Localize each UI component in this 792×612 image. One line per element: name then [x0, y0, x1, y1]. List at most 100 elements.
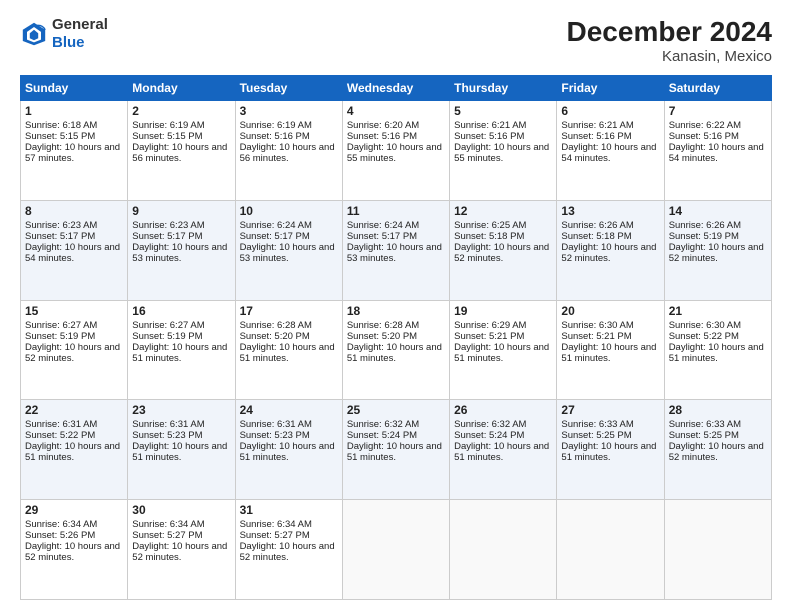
day-number: 21 [669, 304, 767, 318]
day-number: 22 [25, 403, 123, 417]
sunset-text: Sunset: 5:21 PM [454, 331, 524, 342]
sunrise-text: Sunrise: 6:23 AM [132, 220, 204, 231]
sunset-text: Sunset: 5:15 PM [25, 131, 95, 142]
day-number: 15 [25, 304, 123, 318]
day-number: 11 [347, 204, 445, 218]
sunrise-text: Sunrise: 6:34 AM [240, 519, 312, 530]
sunset-text: Sunset: 5:24 PM [347, 430, 417, 441]
calendar-week-2: 8 Sunrise: 6:23 AM Sunset: 5:17 PM Dayli… [21, 200, 772, 300]
day-header-saturday: Saturday [664, 76, 771, 101]
daylight-text: Daylight: 10 hours and 56 minutes. [132, 142, 227, 164]
sunrise-text: Sunrise: 6:23 AM [25, 220, 97, 231]
calendar-cell: 4 Sunrise: 6:20 AM Sunset: 5:16 PM Dayli… [342, 101, 449, 201]
calendar-cell [450, 500, 557, 600]
calendar-cell: 19 Sunrise: 6:29 AM Sunset: 5:21 PM Dayl… [450, 300, 557, 400]
sunrise-text: Sunrise: 6:20 AM [347, 120, 419, 131]
sunrise-text: Sunrise: 6:33 AM [561, 419, 633, 430]
sunrise-text: Sunrise: 6:18 AM [25, 120, 97, 131]
daylight-text: Daylight: 10 hours and 55 minutes. [347, 142, 442, 164]
daylight-text: Daylight: 10 hours and 52 minutes. [25, 342, 120, 364]
day-number: 13 [561, 204, 659, 218]
calendar-cell: 7 Sunrise: 6:22 AM Sunset: 5:16 PM Dayli… [664, 101, 771, 201]
sunset-text: Sunset: 5:23 PM [240, 430, 310, 441]
daylight-text: Daylight: 10 hours and 52 minutes. [669, 242, 764, 264]
sunset-text: Sunset: 5:24 PM [454, 430, 524, 441]
day-number: 14 [669, 204, 767, 218]
calendar-cell [342, 500, 449, 600]
sunset-text: Sunset: 5:17 PM [25, 231, 95, 242]
day-number: 9 [132, 204, 230, 218]
calendar-cell: 9 Sunrise: 6:23 AM Sunset: 5:17 PM Dayli… [128, 200, 235, 300]
logo-text: General Blue [52, 16, 108, 52]
calendar-cell: 22 Sunrise: 6:31 AM Sunset: 5:22 PM Dayl… [21, 400, 128, 500]
daylight-text: Daylight: 10 hours and 53 minutes. [240, 242, 335, 264]
sunset-text: Sunset: 5:17 PM [132, 231, 202, 242]
calendar-cell: 10 Sunrise: 6:24 AM Sunset: 5:17 PM Dayl… [235, 200, 342, 300]
sunrise-text: Sunrise: 6:21 AM [454, 120, 526, 131]
day-number: 30 [132, 503, 230, 517]
day-number: 8 [25, 204, 123, 218]
daylight-text: Daylight: 10 hours and 51 minutes. [669, 342, 764, 364]
sunrise-text: Sunrise: 6:21 AM [561, 120, 633, 131]
sunset-text: Sunset: 5:19 PM [132, 331, 202, 342]
calendar-cell: 13 Sunrise: 6:26 AM Sunset: 5:18 PM Dayl… [557, 200, 664, 300]
sunrise-text: Sunrise: 6:31 AM [132, 419, 204, 430]
daylight-text: Daylight: 10 hours and 52 minutes. [454, 242, 549, 264]
day-header-wednesday: Wednesday [342, 76, 449, 101]
sunset-text: Sunset: 5:19 PM [669, 231, 739, 242]
day-number: 3 [240, 104, 338, 118]
sunset-text: Sunset: 5:23 PM [132, 430, 202, 441]
day-number: 19 [454, 304, 552, 318]
sunset-text: Sunset: 5:27 PM [240, 530, 310, 541]
daylight-text: Daylight: 10 hours and 54 minutes. [561, 142, 656, 164]
sunset-text: Sunset: 5:15 PM [132, 131, 202, 142]
day-number: 17 [240, 304, 338, 318]
sunset-text: Sunset: 5:18 PM [561, 231, 631, 242]
daylight-text: Daylight: 10 hours and 51 minutes. [132, 342, 227, 364]
day-header-friday: Friday [557, 76, 664, 101]
calendar-week-3: 15 Sunrise: 6:27 AM Sunset: 5:19 PM Dayl… [21, 300, 772, 400]
calendar-cell [557, 500, 664, 600]
calendar-week-5: 29 Sunrise: 6:34 AM Sunset: 5:26 PM Dayl… [21, 500, 772, 600]
calendar-cell: 15 Sunrise: 6:27 AM Sunset: 5:19 PM Dayl… [21, 300, 128, 400]
sunrise-text: Sunrise: 6:19 AM [132, 120, 204, 131]
sunset-text: Sunset: 5:17 PM [240, 231, 310, 242]
day-number: 20 [561, 304, 659, 318]
calendar-cell: 2 Sunrise: 6:19 AM Sunset: 5:15 PM Dayli… [128, 101, 235, 201]
calendar-cell: 1 Sunrise: 6:18 AM Sunset: 5:15 PM Dayli… [21, 101, 128, 201]
sunset-text: Sunset: 5:20 PM [240, 331, 310, 342]
calendar-title: December 2024 [567, 16, 772, 48]
sunset-text: Sunset: 5:16 PM [669, 131, 739, 142]
day-number: 23 [132, 403, 230, 417]
calendar-week-1: 1 Sunrise: 6:18 AM Sunset: 5:15 PM Dayli… [21, 101, 772, 201]
day-number: 16 [132, 304, 230, 318]
daylight-text: Daylight: 10 hours and 51 minutes. [561, 342, 656, 364]
sunrise-text: Sunrise: 6:24 AM [240, 220, 312, 231]
daylight-text: Daylight: 10 hours and 51 minutes. [454, 441, 549, 463]
calendar-week-4: 22 Sunrise: 6:31 AM Sunset: 5:22 PM Dayl… [21, 400, 772, 500]
daylight-text: Daylight: 10 hours and 51 minutes. [132, 441, 227, 463]
daylight-text: Daylight: 10 hours and 52 minutes. [132, 541, 227, 563]
calendar-cell: 16 Sunrise: 6:27 AM Sunset: 5:19 PM Dayl… [128, 300, 235, 400]
sunset-text: Sunset: 5:27 PM [132, 530, 202, 541]
logo: General Blue [20, 16, 108, 52]
calendar-cell: 24 Sunrise: 6:31 AM Sunset: 5:23 PM Dayl… [235, 400, 342, 500]
sunrise-text: Sunrise: 6:28 AM [347, 320, 419, 331]
daylight-text: Daylight: 10 hours and 52 minutes. [240, 541, 335, 563]
calendar-cell: 5 Sunrise: 6:21 AM Sunset: 5:16 PM Dayli… [450, 101, 557, 201]
calendar-cell [664, 500, 771, 600]
day-number: 18 [347, 304, 445, 318]
day-number: 31 [240, 503, 338, 517]
calendar-cell: 21 Sunrise: 6:30 AM Sunset: 5:22 PM Dayl… [664, 300, 771, 400]
daylight-text: Daylight: 10 hours and 51 minutes. [454, 342, 549, 364]
calendar-cell: 20 Sunrise: 6:30 AM Sunset: 5:21 PM Dayl… [557, 300, 664, 400]
sunset-text: Sunset: 5:16 PM [240, 131, 310, 142]
calendar-cell: 8 Sunrise: 6:23 AM Sunset: 5:17 PM Dayli… [21, 200, 128, 300]
daylight-text: Daylight: 10 hours and 56 minutes. [240, 142, 335, 164]
day-number: 7 [669, 104, 767, 118]
daylight-text: Daylight: 10 hours and 52 minutes. [669, 441, 764, 463]
calendar-cell: 12 Sunrise: 6:25 AM Sunset: 5:18 PM Dayl… [450, 200, 557, 300]
sunset-text: Sunset: 5:20 PM [347, 331, 417, 342]
day-number: 27 [561, 403, 659, 417]
daylight-text: Daylight: 10 hours and 53 minutes. [347, 242, 442, 264]
